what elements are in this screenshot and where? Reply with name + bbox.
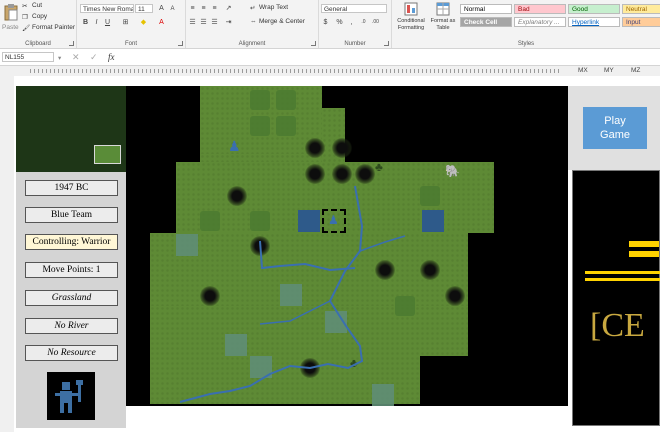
font-group: Times New Roma 11 A A B I U ⊞ ◆ A Font (77, 0, 186, 48)
cut-label: Cut (32, 2, 43, 9)
align-middle-icon[interactable]: ≡ (199, 4, 208, 13)
format-as-table-button[interactable]: Format as Table (428, 2, 458, 36)
terrain-display: Grassland (25, 290, 118, 306)
format-painter-label: Format Painter (32, 24, 75, 31)
clipboard-group: Paste ✂ Cut ❐ Copy 🖌 Format Painter Clip… (0, 0, 77, 48)
conditional-formatting-label: Conditional Formatting (397, 18, 425, 31)
conditional-formatting-button[interactable]: Conditional Formatting (394, 2, 428, 36)
paste-button[interactable]: Paste (2, 2, 20, 32)
number-group: General $ % , .0 .00 Number (319, 0, 392, 48)
style-cell-check-cell[interactable]: Check Cell (460, 17, 512, 27)
river-display: No River (25, 318, 118, 334)
formula-bar: NL155 ▾ ✕ ✓ fx (0, 49, 660, 66)
fill-color-icon[interactable]: ◆ (139, 18, 148, 27)
controlling-unit-display: Controlling: Warrior (25, 234, 118, 250)
copy-icon: ❐ (22, 14, 28, 21)
align-top-icon[interactable]: ≡ (188, 4, 197, 13)
column-header-mz[interactable]: MZ (631, 67, 640, 74)
decrease-font-icon[interactable]: A (168, 5, 177, 14)
style-cell-input[interactable]: Input (622, 17, 660, 27)
wrap-text-icon: ↵ (250, 5, 256, 12)
alignment-group: ≡ ≡ ≡ ↗ ☰ ☰ ☰ ⇥ ↵ Wrap Text ⇔ Merge & Ce… (186, 0, 319, 48)
styles-group: Conditional Formatting Format as Table N… (392, 0, 660, 48)
align-left-icon[interactable]: ☰ (188, 18, 197, 27)
merge-center-label: Merge & Center (259, 18, 305, 25)
insert-function-icon[interactable]: fx (108, 52, 115, 62)
banner-title-text: [CE (590, 307, 645, 344)
align-right-icon[interactable]: ☰ (210, 18, 219, 27)
brush-icon: 🖌 (22, 25, 31, 32)
font-group-label: Font (124, 41, 137, 47)
cancel-icon[interactable]: ✕ (72, 52, 80, 63)
name-box-dropdown-icon[interactable]: ▾ (58, 54, 61, 62)
merge-icon: ⇔ (250, 18, 257, 25)
move-points-display: Move Points: 1 (25, 262, 118, 278)
align-center-icon[interactable]: ☰ (199, 18, 208, 27)
borders-icon[interactable]: ⊞ (121, 18, 130, 27)
comma-icon[interactable]: , (347, 18, 356, 27)
font-color-icon[interactable]: A (157, 18, 166, 27)
name-box[interactable]: NL155 (2, 52, 54, 62)
year-display: 1947 BC (25, 180, 118, 196)
underline-button[interactable]: U (103, 18, 112, 27)
banner-logo (585, 241, 660, 281)
play-game-label: Play Game (600, 115, 630, 141)
column-header-ticks (30, 69, 560, 73)
table-icon (436, 2, 450, 16)
conditional-formatting-icon (404, 2, 418, 16)
font-name-select[interactable]: Times New Roma (80, 4, 134, 13)
style-cell-normal[interactable]: Normal (460, 4, 512, 14)
river-network (179, 185, 406, 403)
style-cell-hyperlink[interactable]: Hyperlink (568, 17, 620, 27)
wrap-text-label: Wrap Text (259, 4, 289, 11)
column-header-mx[interactable]: MX (578, 67, 588, 74)
column-header-my[interactable]: MY (604, 67, 614, 74)
warrior-icon (55, 380, 83, 413)
play-game-button[interactable]: Play Game (583, 107, 647, 149)
format-as-table-label: Format as Table (430, 18, 456, 31)
paste-icon (4, 4, 18, 21)
title-banner (572, 170, 660, 426)
increase-font-icon[interactable]: A (157, 4, 166, 13)
style-cell-good[interactable]: Good (568, 4, 620, 14)
percent-icon[interactable]: % (335, 18, 344, 27)
paste-label: Paste (2, 24, 19, 31)
team-display: Blue Team (25, 207, 118, 223)
italic-button[interactable]: I (92, 18, 101, 27)
align-bottom-icon[interactable]: ≡ (210, 4, 219, 13)
copy-label: Copy (32, 13, 48, 20)
orientation-icon[interactable]: ↗ (224, 4, 233, 13)
indent-icon[interactable]: ⇥ (224, 18, 233, 27)
row-headers (0, 76, 15, 432)
number-format-select[interactable]: General (321, 4, 387, 13)
resource-display: No Resource (25, 345, 118, 361)
style-cell-bad[interactable]: Bad (514, 4, 566, 14)
minimap-island (94, 145, 121, 164)
enter-icon[interactable]: ✓ (90, 52, 98, 63)
unit-portrait (47, 372, 95, 420)
clipboard-dialog-launcher[interactable] (69, 41, 74, 46)
accounting-icon[interactable]: $ (321, 18, 330, 27)
ribbon: Paste ✂ Cut ❐ Copy 🖌 Format Painter Clip… (0, 0, 660, 49)
game-map[interactable]: ♟ ♟ ♣ ♣ 🐘 (150, 86, 495, 406)
font-size-select[interactable]: 11 (135, 4, 153, 13)
clipboard-group-label: Clipboard (25, 41, 51, 47)
formula-input[interactable] (124, 52, 654, 62)
style-cell-explanatory[interactable]: Explanatory ... (514, 17, 566, 27)
alignment-dialog-launcher[interactable] (311, 41, 316, 46)
increase-decimal-icon[interactable]: .0 (359, 18, 368, 27)
bold-button[interactable]: B (81, 18, 90, 27)
alignment-group-label: Alignment (238, 41, 266, 47)
scissors-icon: ✂ (22, 3, 28, 10)
style-cell-neutral[interactable]: Neutral (622, 4, 660, 14)
font-dialog-launcher[interactable] (178, 41, 183, 46)
number-group-label: Number (344, 41, 366, 47)
styles-group-label: Styles (517, 41, 535, 47)
number-dialog-launcher[interactable] (384, 41, 389, 46)
decrease-decimal-icon[interactable]: .00 (371, 18, 380, 27)
